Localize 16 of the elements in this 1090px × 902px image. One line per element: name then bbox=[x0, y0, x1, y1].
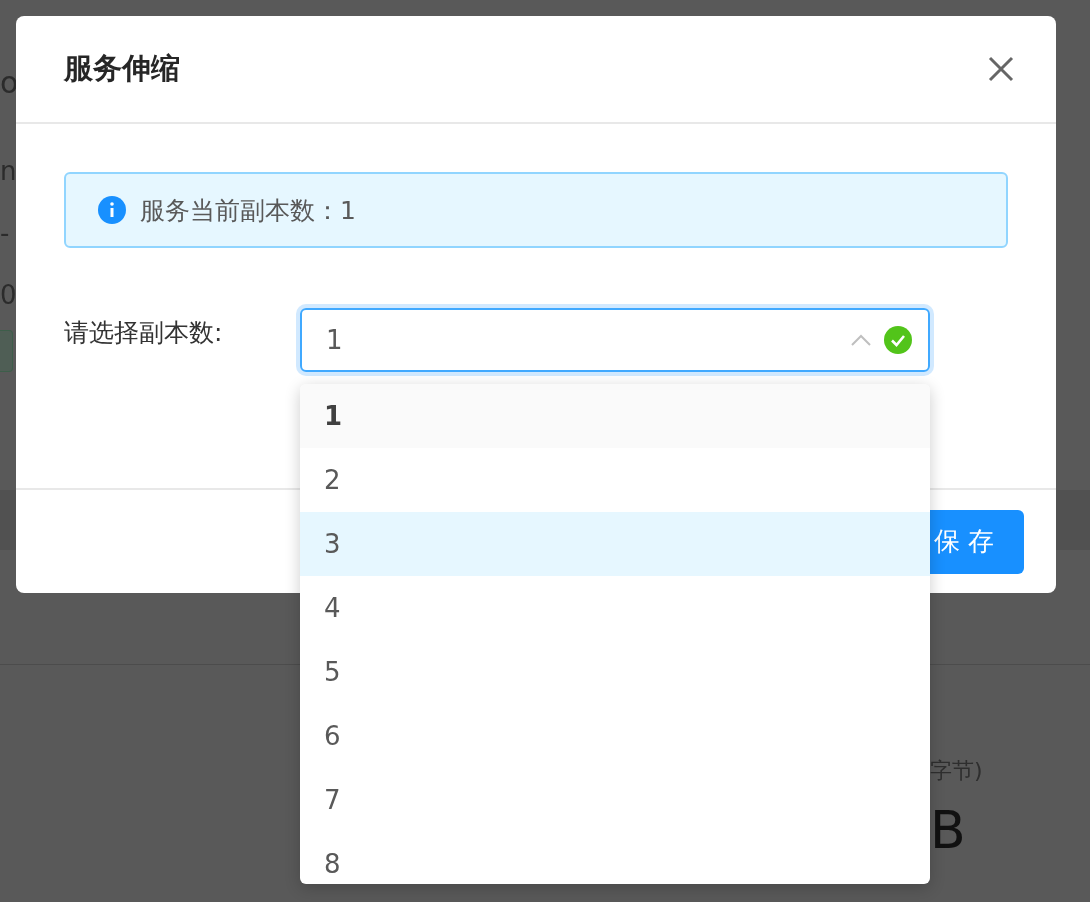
caret-icon bbox=[850, 333, 872, 347]
dropdown-option[interactable]: 7 bbox=[300, 768, 930, 832]
alert-text: 服务当前副本数：1 bbox=[140, 194, 356, 227]
close-icon[interactable] bbox=[988, 56, 1014, 82]
dropdown-option[interactable]: 4 bbox=[300, 576, 930, 640]
background-text: - bbox=[0, 218, 11, 248]
dropdown-option[interactable]: 2 bbox=[300, 448, 930, 512]
dropdown-option[interactable]: 8 bbox=[300, 832, 930, 884]
dropdown-option[interactable]: 6 bbox=[300, 704, 930, 768]
dropdown-option[interactable]: 3 bbox=[300, 512, 930, 576]
dropdown-option[interactable]: 5 bbox=[300, 640, 930, 704]
info-icon bbox=[98, 196, 126, 224]
dialog-title: 服务伸缩 bbox=[64, 50, 180, 87]
field-label: 请选择副本数: bbox=[64, 317, 224, 349]
background-text: B bbox=[930, 802, 967, 858]
dropdown-option[interactable]: 1 bbox=[300, 384, 930, 448]
